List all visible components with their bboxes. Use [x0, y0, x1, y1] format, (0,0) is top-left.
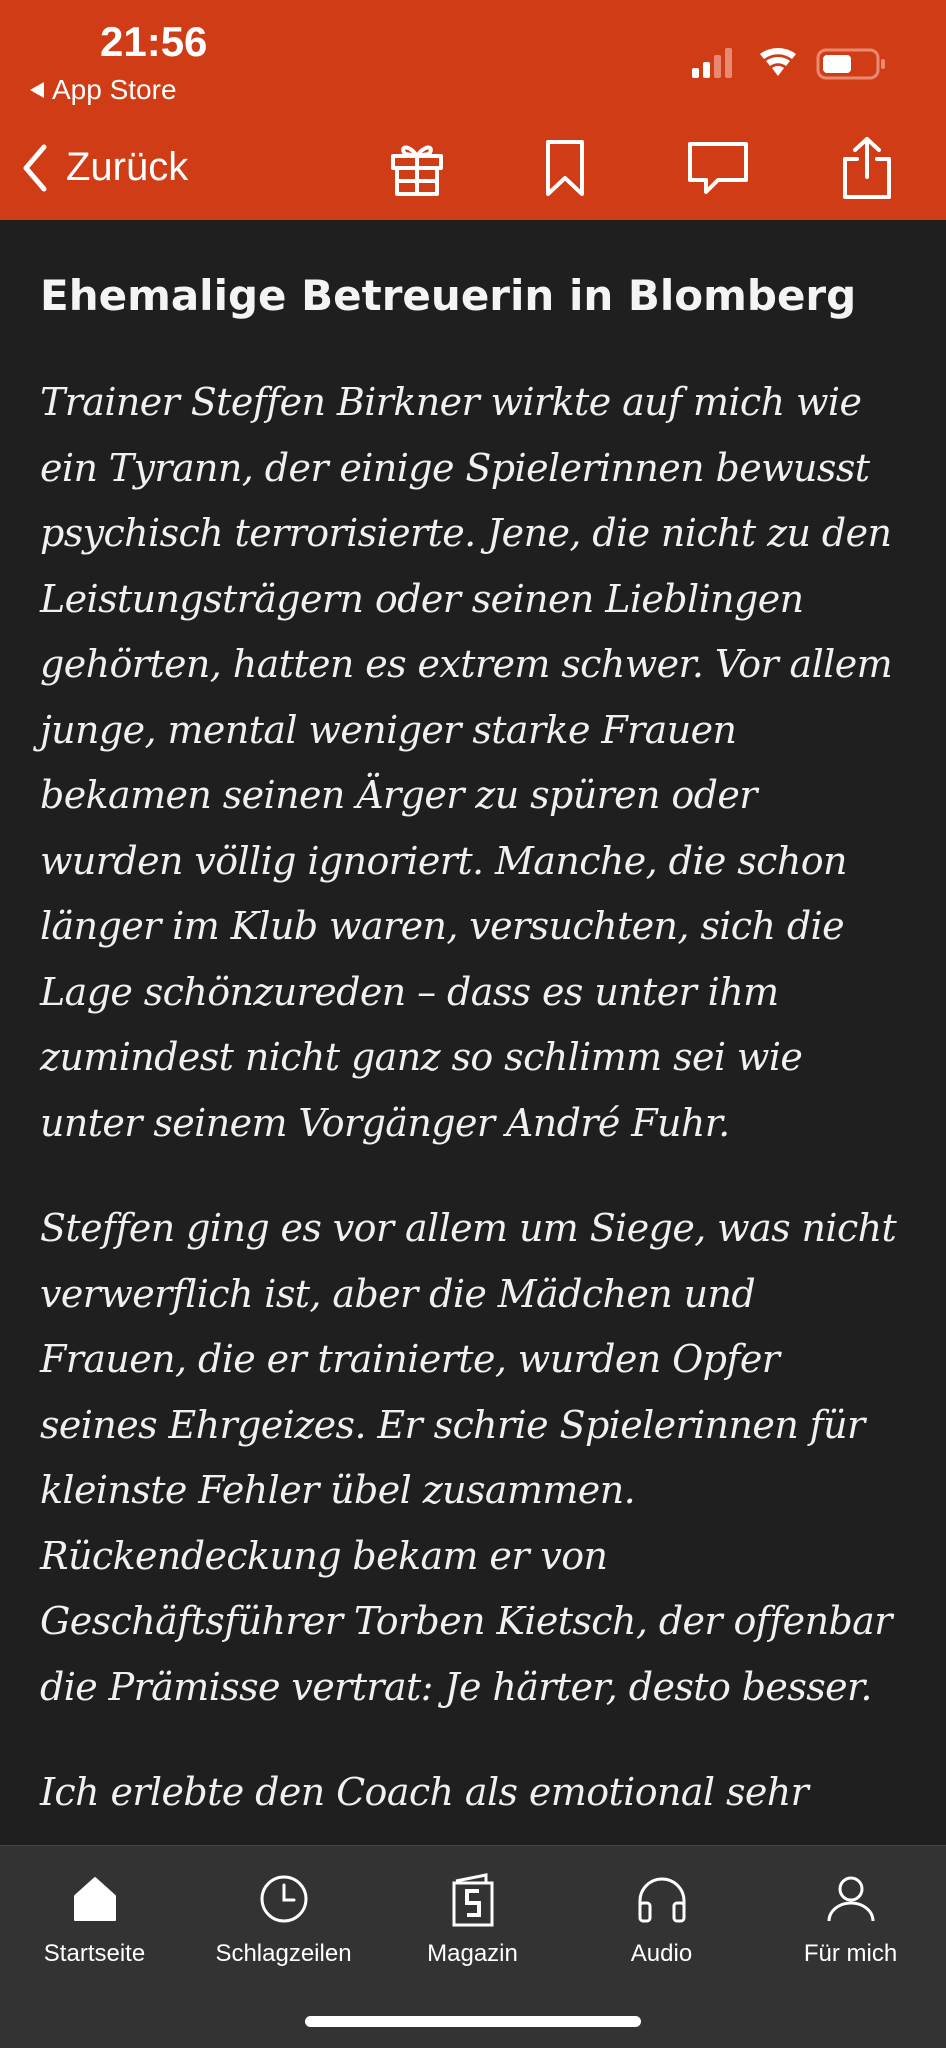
share-icon[interactable]: [832, 130, 902, 205]
wifi-icon: [760, 47, 796, 76]
tab-label: Startseite: [43, 1940, 146, 1967]
chevron-left-icon: [23, 144, 47, 191]
back-button[interactable]: Zurück: [20, 130, 188, 205]
bookmark-icon[interactable]: [530, 130, 600, 205]
article-toolbar: Zurück: [0, 130, 946, 205]
tab-schlagzeilen[interactable]: Schlagzeilen: [189, 1864, 378, 1984]
comment-icon[interactable]: [683, 130, 753, 205]
gift-icon[interactable]: [382, 130, 452, 205]
tab-label: Für mich: [803, 1940, 898, 1967]
tab-magazin[interactable]: Magazin: [378, 1864, 567, 1984]
magazine-icon: [452, 1873, 493, 1927]
home-indicator[interactable]: [305, 2016, 641, 2027]
person-icon: [827, 1876, 874, 1922]
home-icon: [73, 1877, 116, 1921]
clock-icon: [260, 1875, 307, 1923]
headphones-icon: [638, 1877, 685, 1923]
battery-icon: [816, 48, 885, 80]
tab-label: Audio: [630, 1940, 693, 1967]
article-paragraph: Trainer Steffen Birkner wirkte auf mich …: [40, 380, 893, 1145]
signal-icon: [692, 48, 732, 78]
article-subheading: Ehemalige Betreuerin in Blomberg: [40, 271, 857, 320]
tab-fuer-mich[interactable]: Für mich: [756, 1864, 945, 1984]
top-header: 21:56 App Store Zurück: [0, 0, 946, 220]
back-label: Zurück: [66, 145, 189, 189]
tab-label: Schlagzeilen: [215, 1940, 352, 1967]
back-triangle-icon: [30, 82, 44, 98]
tab-startseite[interactable]: Startseite: [0, 1864, 189, 1984]
status-icons: [692, 47, 885, 80]
tab-audio[interactable]: Audio: [567, 1864, 756, 1984]
tab-label: Magazin: [427, 1940, 518, 1967]
article-body: Ehemalige Betreuerin in Blomberg Trainer…: [0, 220, 946, 1845]
article-paragraph: Ich erlebte den Coach als emotional sehr: [40, 1770, 809, 1814]
article-paragraph: Steffen ging es vor allem um Siege, was …: [40, 1206, 897, 1709]
